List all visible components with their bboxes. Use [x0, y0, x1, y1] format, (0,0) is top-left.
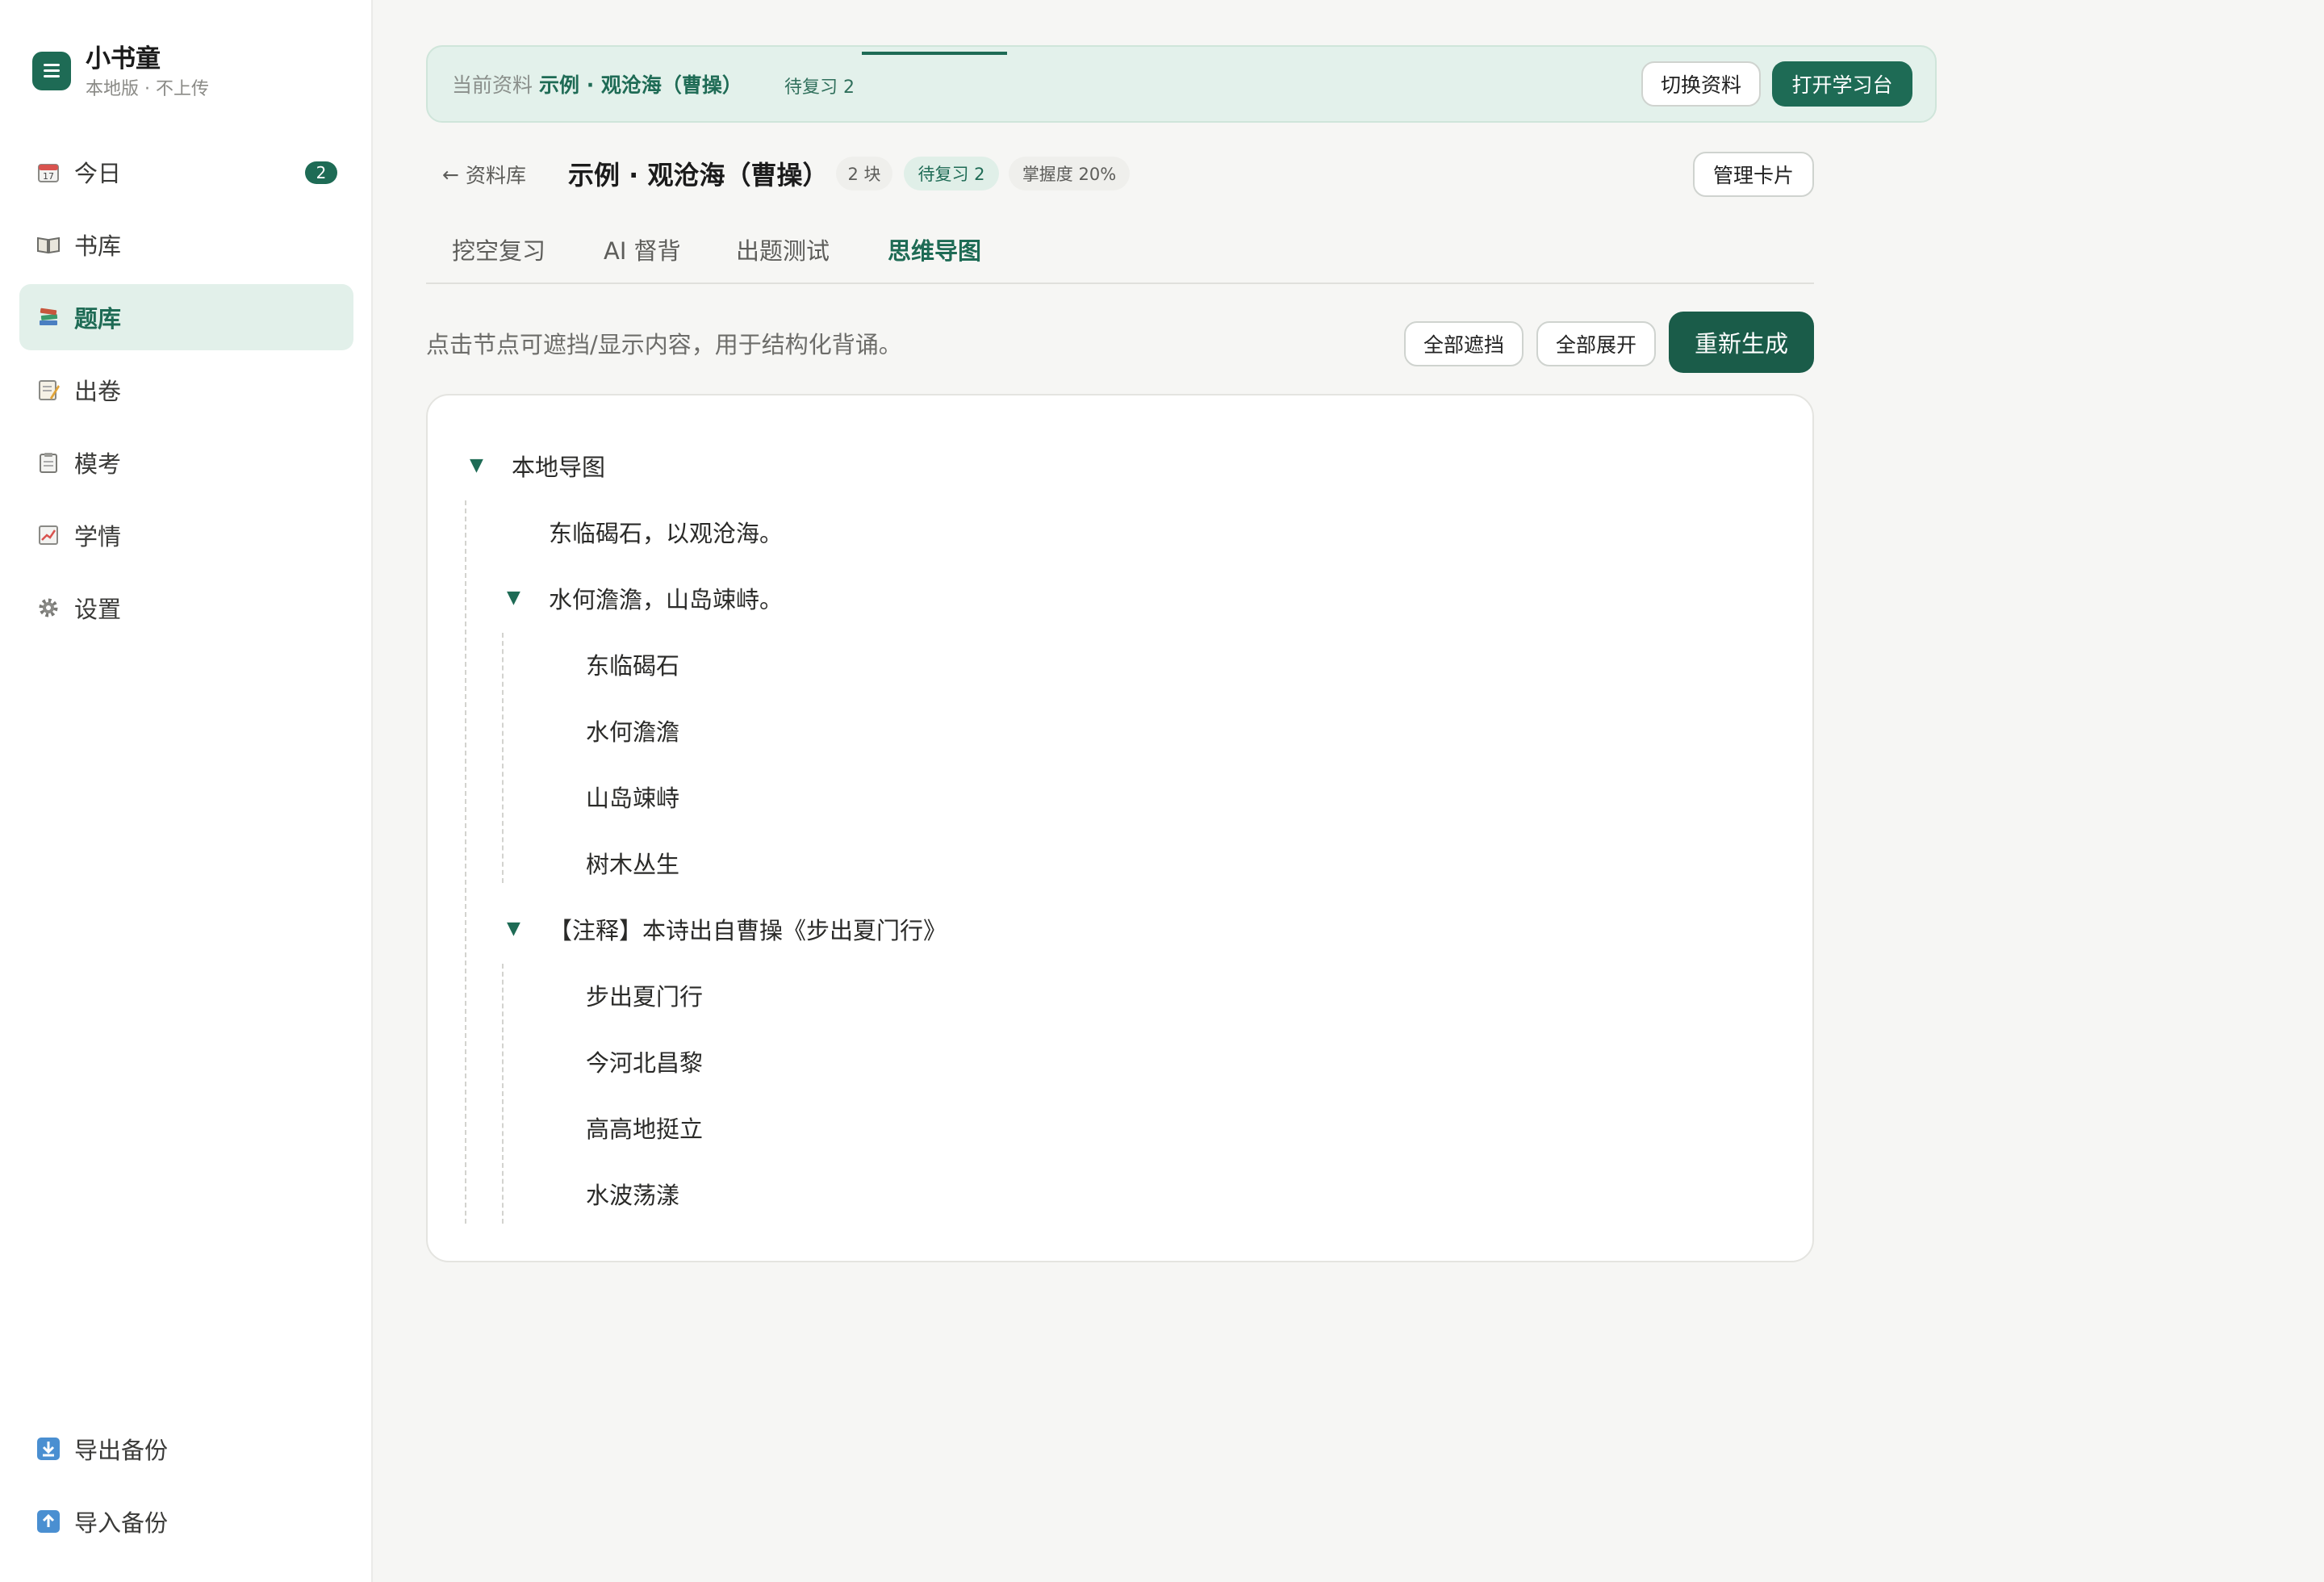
page-title: 示例 · 观沧海（曹操） [568, 160, 829, 190]
mindmap-leaf-node[interactable]: 高高地挺立 [586, 1111, 703, 1145]
mindmap-leaf-node[interactable]: 步出夏门行 [586, 978, 703, 1012]
mindmap-leaf-node[interactable]: 树木丛生 [586, 846, 679, 880]
mask-all-button[interactable]: 全部遮挡 [1404, 321, 1524, 366]
back-link-label: 资料库 [465, 164, 526, 187]
brand-title: 小书童 [86, 44, 161, 73]
sidebar-item-question-bank[interactable]: 题库 [19, 284, 353, 350]
sidebar-bottom: 导出备份 导入备份 [19, 1416, 353, 1561]
svg-text:17: 17 [43, 171, 54, 182]
sidebar-item-label: 设置 [74, 596, 122, 623]
sidebar-item-exam-builder[interactable]: 出卷 [19, 357, 353, 423]
mindmap-leaf-node[interactable]: 山岛竦峙 [586, 780, 679, 814]
import-backup-label: 导入备份 [74, 1509, 169, 1537]
sidebar-item-label: 今日 [74, 160, 122, 187]
regenerate-button[interactable]: 重新生成 [1669, 312, 1814, 373]
chart-icon [36, 522, 61, 548]
mindmap-node[interactable]: 【注释】本诗出自曹操《步出夏门行》 [549, 912, 947, 946]
banner-material-name: 示例 · 观沧海（曹操） [539, 73, 742, 97]
clipboard-icon [36, 450, 61, 475]
open-study-desk-button[interactable]: 打开学习台 [1772, 61, 1912, 107]
mindmap-hint: 点击节点可遮挡/显示内容，用于结构化背诵。 [426, 331, 902, 358]
switch-material-button[interactable]: 切换资料 [1641, 61, 1761, 107]
banner-label: 当前资料 [452, 73, 533, 97]
sidebar-item-label: 出卷 [74, 378, 122, 405]
back-to-library-link[interactable]: ← 资料库 [442, 160, 526, 189]
export-backup-button[interactable]: 导出备份 [19, 1416, 353, 1482]
brand-subtitle: 本地版 · 不上传 [86, 79, 209, 99]
sidebar-nav: 17 今日 2 书库 题库 出卷 模考 学情 设置 [19, 139, 353, 647]
brand: 小书童 本地版 · 不上传 [32, 42, 209, 103]
pending-review-chip: 待复习 2 [904, 157, 999, 190]
gear-icon [36, 595, 61, 621]
tab-cloze-review[interactable]: 挖空复习 [452, 232, 545, 266]
sidebar-item-today[interactable]: 17 今日 2 [19, 139, 353, 205]
sidebar-item-label: 模考 [74, 450, 122, 478]
upload-icon [36, 1509, 61, 1534]
mindmap-card: ▼ 本地导图 东临碣石，以观沧海。 ▼ 水何澹澹，山岛竦峙。 东临碣石 水何澹澹… [426, 394, 1814, 1262]
expand-all-button[interactable]: 全部展开 [1536, 321, 1656, 366]
mode-tabs: 挖空复习 AI 督背 出题测试 思维导图 [426, 228, 1814, 284]
sidebar-item-settings[interactable]: 设置 [19, 575, 353, 641]
manage-cards-button[interactable]: 管理卡片 [1693, 152, 1814, 197]
sidebar: 小书童 本地版 · 不上传 17 今日 2 书库 题库 出卷 模考 学情 设置 … [0, 0, 373, 1582]
tree-guide-line [502, 964, 504, 1224]
app-root: 小书童 本地版 · 不上传 17 今日 2 书库 题库 出卷 模考 学情 设置 … [0, 0, 2324, 1582]
mindmap-leaf-node[interactable]: 今河北昌黎 [586, 1044, 703, 1078]
mindmap-node[interactable]: 东临碣石，以观沧海。 [549, 515, 783, 549]
tree-guide-line [502, 633, 504, 883]
book-icon [36, 232, 61, 257]
sidebar-item-mock-exam[interactable]: 模考 [19, 429, 353, 496]
mindmap-node[interactable]: 水何澹澹，山岛竦峙。 [549, 581, 783, 615]
tab-quiz[interactable]: 出题测试 [736, 232, 830, 266]
mindmap-root-node[interactable]: 本地导图 [512, 449, 605, 483]
import-backup-button[interactable]: 导入备份 [19, 1488, 353, 1555]
banner-pending-count: 待复习 2 [784, 77, 855, 98]
collapse-caret-icon[interactable]: ▼ [470, 455, 483, 475]
tree-guide-line [465, 500, 466, 1224]
active-tab-indicator [862, 52, 1007, 55]
calendar-icon: 17 [36, 159, 61, 185]
mindmap-leaf-node[interactable]: 水波荡漾 [586, 1177, 679, 1211]
today-count-badge: 2 [305, 161, 337, 184]
collapse-caret-icon[interactable]: ▼ [507, 919, 520, 939]
current-material-banner: 当前资料 示例 · 观沧海（曹操） 待复习 2 切换资料 打开学习台 [426, 45, 1937, 123]
block-count-chip: 2 块 [836, 157, 892, 190]
tab-ai-recitation[interactable]: AI 督背 [604, 232, 681, 266]
mindmap-leaf-node[interactable]: 水何澹澹 [586, 714, 679, 747]
download-icon [36, 1436, 61, 1462]
memo-icon [36, 377, 61, 403]
sidebar-item-label: 书库 [74, 232, 122, 260]
mindmap-leaf-node[interactable]: 东临碣石 [586, 647, 679, 681]
collapse-caret-icon[interactable]: ▼ [507, 588, 520, 608]
export-backup-label: 导出备份 [74, 1437, 169, 1464]
arrow-left-icon: ← [442, 162, 459, 186]
app-logo-icon [32, 52, 71, 90]
sidebar-item-analytics[interactable]: 学情 [19, 502, 353, 568]
tab-mind-map[interactable]: 思维导图 [888, 232, 981, 266]
books-stack-icon [36, 304, 61, 330]
sidebar-item-label: 学情 [74, 523, 122, 550]
sidebar-item-library[interactable]: 书库 [19, 211, 353, 278]
sidebar-item-label: 题库 [74, 305, 122, 333]
mastery-chip: 掌握度 20% [1009, 157, 1130, 190]
